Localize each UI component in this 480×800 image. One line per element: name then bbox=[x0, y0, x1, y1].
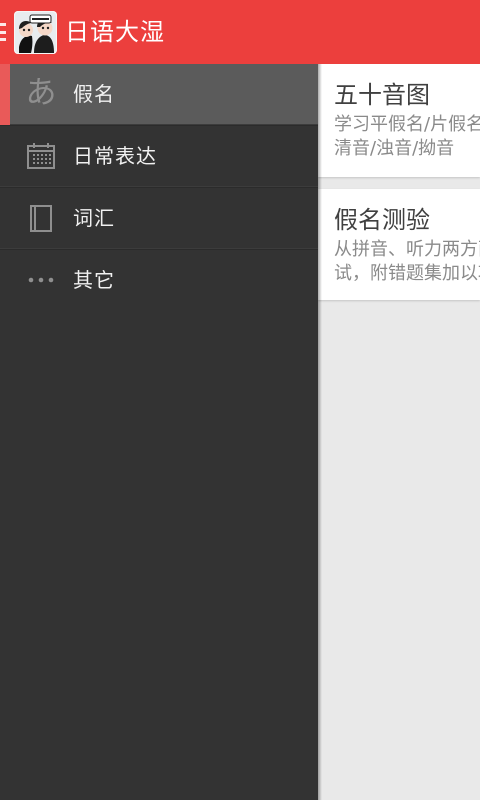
drawer-toggle-line bbox=[0, 23, 6, 26]
drawer-item-label: 日常表达 bbox=[73, 144, 157, 168]
kana-quiz-card[interactable]: 假名测验 从拼音、听力两方面测试，附错题集加以巩固 bbox=[318, 189, 480, 300]
navigation-drawer: あ 假名 日常表达 词汇 其它 bbox=[0, 64, 322, 800]
card-description: 从拼音、听力两方面测试，附错题集加以巩固 bbox=[334, 239, 480, 284]
drawer-item-other[interactable]: 其它 bbox=[0, 250, 318, 311]
calendar-icon bbox=[26, 141, 56, 171]
hiragana-a-icon: あ bbox=[25, 74, 57, 111]
drawer-item-daily-expressions[interactable]: 日常表达 bbox=[0, 126, 318, 188]
card-title: 假名测验 bbox=[334, 206, 430, 234]
drawer-item-kana[interactable]: あ 假名 bbox=[0, 64, 318, 126]
drawer-toggle-line bbox=[0, 38, 6, 41]
card-description: 学习平假名/片假名，切换清音/浊音/拗音 bbox=[334, 114, 480, 159]
drawer-toggle-line bbox=[0, 30, 6, 34]
more-dots-svg bbox=[28, 277, 54, 283]
notebook-icon bbox=[26, 203, 56, 233]
app-title: 日语大湿 bbox=[65, 18, 165, 46]
drawer-item-label: 假名 bbox=[73, 82, 115, 106]
app-bar: 日语大湿 bbox=[0, 0, 480, 64]
app-screen: 日语大湿 五十音图 学习平假名/片假名，切换清音/浊音/拗音 假名测验 从拼音、… bbox=[0, 0, 480, 800]
notebook-svg bbox=[30, 205, 52, 232]
drawer-item-label: 词汇 bbox=[73, 206, 115, 230]
hiragana-a-glyph: あ bbox=[25, 74, 57, 111]
more-dots-icon bbox=[26, 265, 56, 295]
content-panel: 五十音图 学习平假名/片假名，切换清音/浊音/拗音 假名测验 从拼音、听力两方面… bbox=[318, 64, 480, 800]
calendar-svg bbox=[27, 143, 55, 169]
app-logo-icon bbox=[14, 11, 57, 54]
kana-chart-card[interactable]: 五十音图 学习平假名/片假名，切换清音/浊音/拗音 bbox=[318, 64, 480, 177]
drawer-toggle-icon[interactable] bbox=[0, 23, 6, 41]
app-icon[interactable] bbox=[14, 11, 57, 54]
drawer-item-vocabulary[interactable]: 词汇 bbox=[0, 188, 318, 250]
card-title: 五十音图 bbox=[334, 81, 430, 109]
drawer-item-label: 其它 bbox=[73, 268, 115, 292]
